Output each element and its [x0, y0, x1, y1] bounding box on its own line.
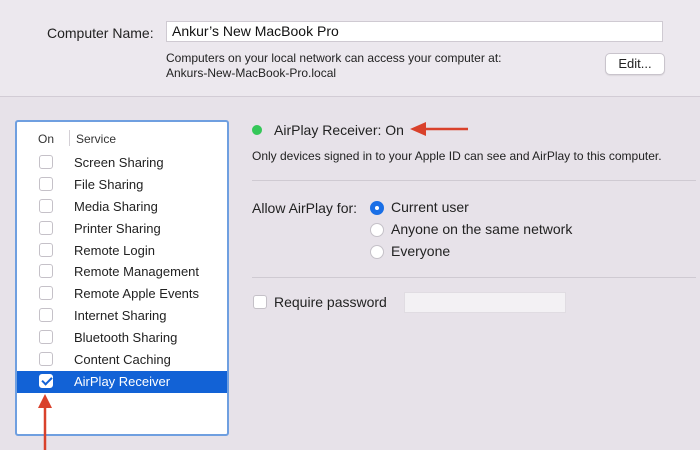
annotation-arrow-checkbox [38, 394, 52, 450]
annotation-arrows [38, 122, 468, 450]
annotation-arrow-status [410, 122, 468, 136]
